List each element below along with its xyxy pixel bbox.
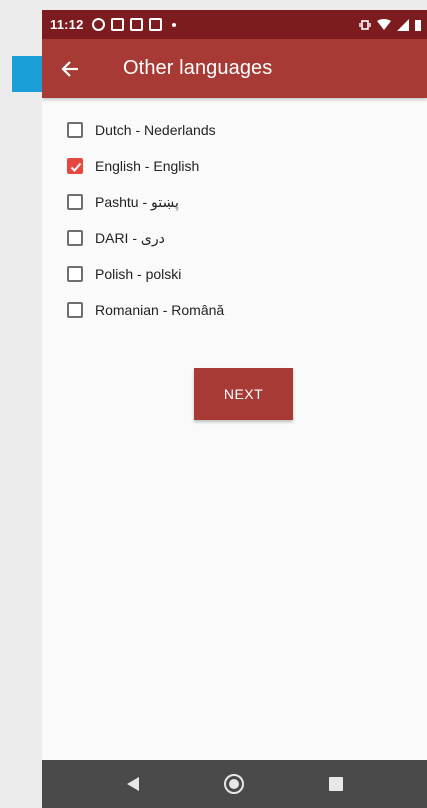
nav-back-button[interactable] — [113, 764, 153, 804]
recents-square-icon — [329, 777, 344, 791]
notification-icon — [148, 18, 162, 31]
language-checkbox[interactable] — [67, 194, 83, 210]
language-item-pashtu[interactable]: Pashtu - پښتو — [67, 184, 427, 220]
messenger-icon — [129, 18, 143, 31]
app-bar: Other languages — [42, 39, 427, 98]
page-title: Other languages — [123, 57, 273, 79]
nav-home-button[interactable] — [214, 764, 254, 804]
language-checkbox[interactable] — [67, 158, 83, 174]
next-button[interactable]: NEXT — [194, 368, 293, 420]
wifi-icon — [377, 18, 391, 30]
language-label: Dutch - Nederlands — [95, 122, 216, 138]
status-notification-icons — [91, 18, 176, 31]
language-checkbox[interactable] — [67, 266, 83, 282]
signal-icon — [397, 18, 409, 31]
notification-icon — [110, 18, 124, 31]
language-checkbox[interactable] — [67, 302, 83, 318]
home-circle-icon — [224, 774, 245, 794]
language-item-romanian[interactable]: Romanian - Română — [67, 292, 427, 328]
vibrate-icon — [359, 19, 371, 30]
language-label: Polish - polski — [95, 266, 182, 282]
screen-stage: 11:12 Other languages Dutch - Nederlands… — [0, 0, 427, 808]
language-item-dari[interactable]: DARI - دری — [67, 220, 427, 256]
language-label: Pashtu - پښتو — [95, 193, 179, 210]
back-button[interactable] — [42, 39, 98, 98]
language-label: Romanian - Română — [95, 302, 225, 318]
language-item-english[interactable]: English - English — [67, 148, 427, 184]
overlay-tab — [12, 56, 44, 92]
language-label: DARI - دری — [95, 229, 165, 246]
language-checkbox[interactable] — [67, 122, 83, 138]
status-bar: 11:12 — [42, 10, 427, 39]
system-nav-bar — [42, 760, 427, 808]
status-time: 11:12 — [50, 17, 84, 32]
more-dot-icon — [171, 22, 176, 27]
arrow-back-icon — [61, 60, 78, 77]
language-checkbox[interactable] — [67, 230, 83, 246]
pinterest-icon — [91, 18, 105, 31]
language-item-dutch[interactable]: Dutch - Nederlands — [67, 112, 427, 148]
phone-screen: 11:12 Other languages Dutch - Nederlands… — [42, 10, 427, 808]
battery-icon — [415, 19, 421, 31]
language-item-polish[interactable]: Polish - polski — [67, 256, 427, 292]
language-label: English - English — [95, 158, 200, 174]
nav-recents-button[interactable] — [316, 764, 356, 804]
check-icon — [70, 162, 82, 172]
status-system-icons — [359, 18, 421, 31]
back-triangle-icon — [126, 777, 139, 791]
language-list: Dutch - Nederlands English - English Pas… — [67, 98, 427, 328]
